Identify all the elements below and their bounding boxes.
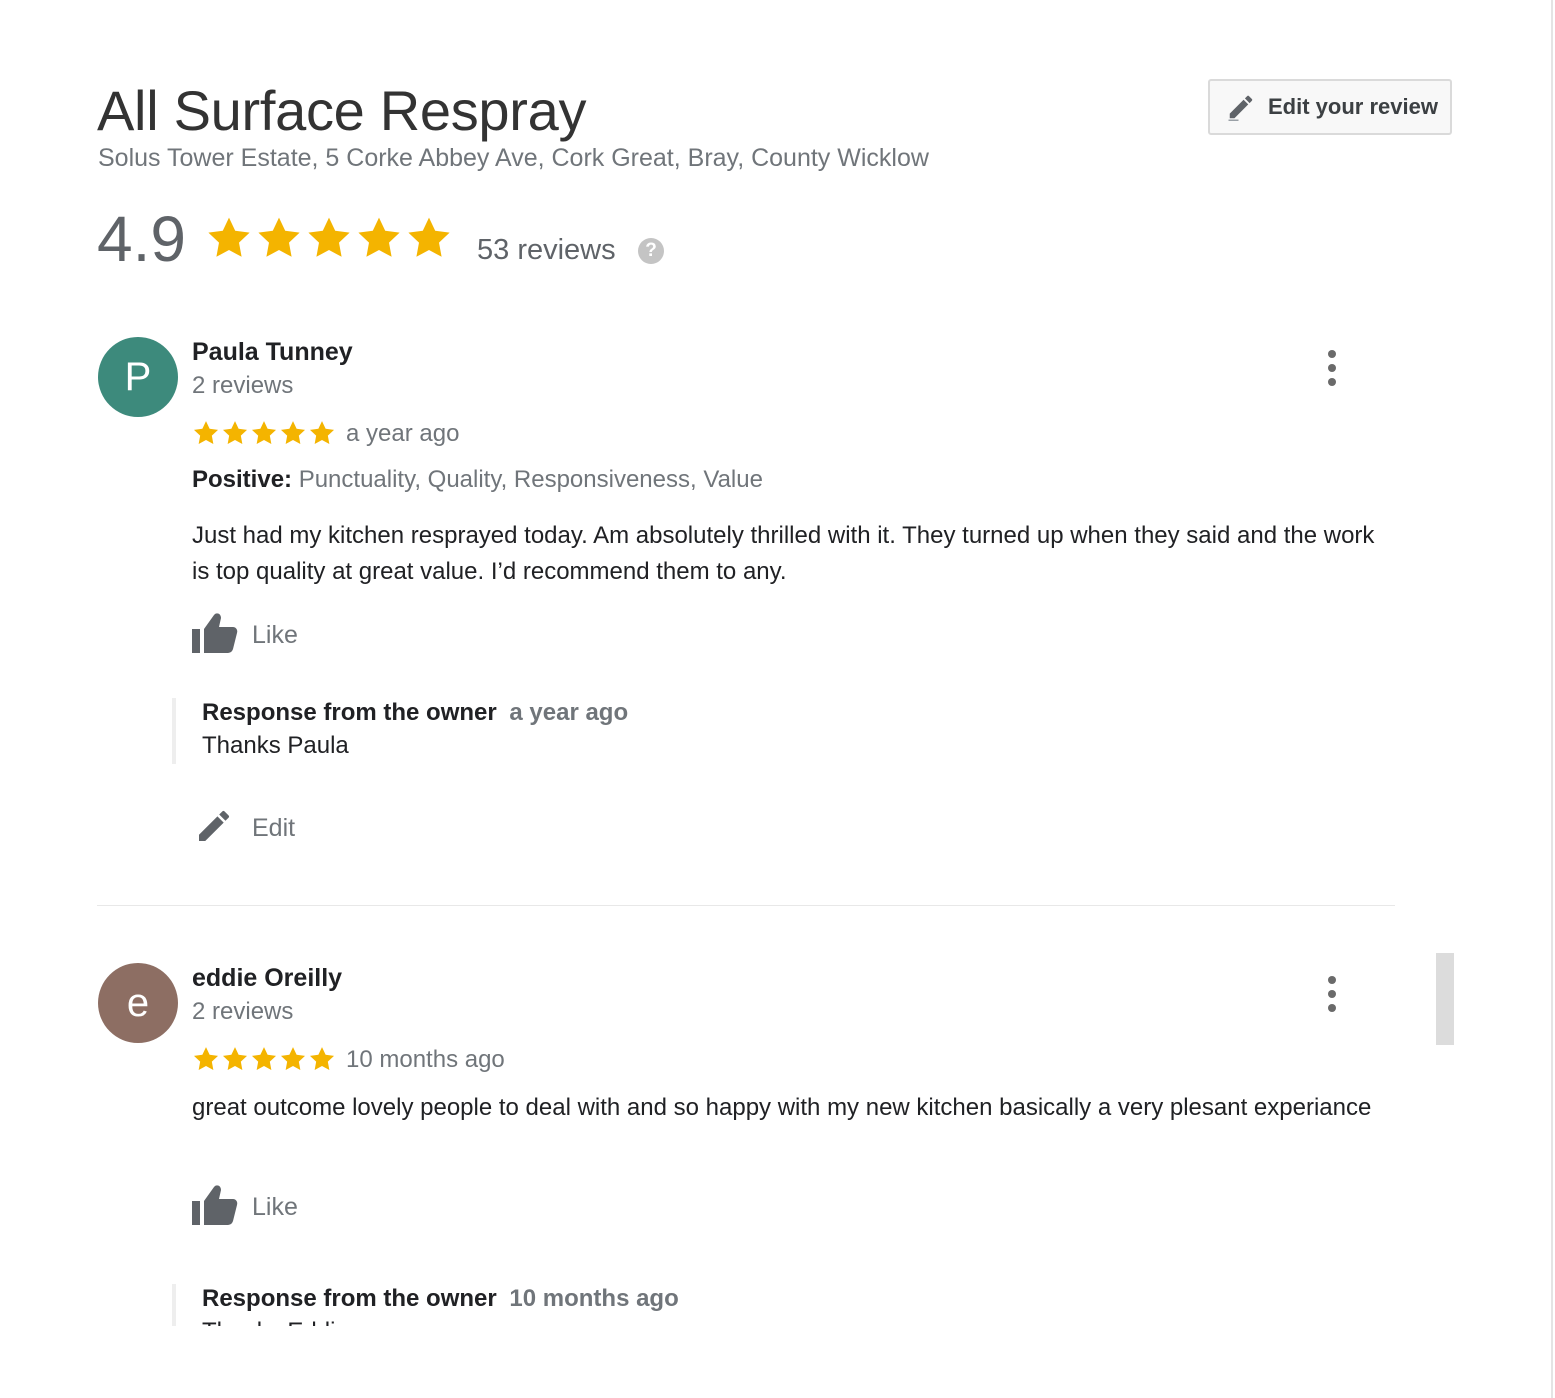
edit-review-label: Edit your review	[1268, 94, 1438, 119]
scrollbar-thumb[interactable]	[1436, 953, 1454, 1045]
star-icon	[193, 421, 219, 444]
star-icon	[193, 1047, 219, 1070]
review-divider	[97, 905, 1395, 906]
like-button[interactable]: Like	[192, 1184, 298, 1231]
edit-response-button[interactable]: Edit	[194, 806, 295, 851]
star-icon	[308, 217, 350, 257]
owner-response-date: a year ago	[509, 699, 629, 726]
owner-response-text: Thanks Eddie	[202, 1314, 679, 1326]
star-icon	[280, 1047, 306, 1070]
scroll-clip: Response from the owner 10 months ago Th…	[0, 1270, 1555, 1326]
star-icon	[251, 1047, 277, 1070]
positive-attributes: Positive: Punctuality, Quality, Responsi…	[192, 465, 763, 495]
edit-review-button[interactable]: Edit your review	[1208, 79, 1452, 135]
avatar[interactable]: P	[98, 337, 178, 417]
review-text: Just had my kitchen resprayed today. Am …	[192, 522, 1375, 585]
review-stars	[192, 419, 337, 447]
star-icon	[222, 421, 248, 444]
like-label: Like	[252, 1193, 298, 1221]
star-icon	[280, 421, 306, 444]
business-title: All Surface Respray	[97, 79, 587, 142]
owner-response-label: Response from the owner	[202, 699, 497, 726]
rating-stars	[205, 214, 455, 262]
avatar[interactable]: e	[98, 963, 178, 1043]
pencil-icon	[194, 806, 234, 851]
star-icon	[222, 1047, 248, 1070]
thumbs-up-icon	[192, 612, 238, 659]
review-text: great outcome lovely people to deal with…	[192, 1094, 1372, 1121]
star-icon	[309, 1047, 335, 1070]
owner-response-date: 10 months ago	[509, 1285, 679, 1312]
owner-response: Response from the owner 10 months ago Th…	[172, 1284, 679, 1326]
reviewer-review-count: 2 reviews	[192, 998, 294, 1025]
review-stars	[192, 1045, 337, 1073]
owner-response-header: Response from the owner a year ago	[202, 698, 628, 728]
star-icon	[309, 421, 335, 444]
review-date: a year ago	[346, 420, 460, 447]
page-edge	[1551, 0, 1553, 1398]
owner-response-header: Response from the owner 10 months ago	[202, 1284, 679, 1314]
owner-response-label: Response from the owner	[202, 1285, 497, 1312]
reviews-count[interactable]: 53 reviews	[477, 233, 616, 267]
more-options-icon[interactable]	[1318, 974, 1346, 1014]
reviewer-review-count: 2 reviews	[192, 372, 294, 399]
owner-response: Response from the owner a year ago Thank…	[172, 698, 628, 764]
business-address: Solus Tower Estate, 5 Corke Abbey Ave, C…	[98, 144, 929, 172]
help-icon[interactable]: ?	[638, 238, 664, 264]
thumbs-up-icon	[192, 1184, 238, 1231]
pencil-icon	[1226, 91, 1258, 123]
rating-value: 4.9	[97, 203, 186, 275]
star-icon	[358, 217, 400, 257]
star-icon	[408, 217, 450, 257]
star-icon	[258, 217, 300, 257]
reviewer-name[interactable]: Paula Tunney	[192, 337, 353, 367]
like-button[interactable]: Like	[192, 612, 298, 659]
positive-label: Positive:	[192, 466, 293, 493]
positive-values: Punctuality, Quality, Responsiveness, Va…	[298, 466, 763, 493]
owner-response-text: Thanks Paula	[202, 732, 349, 759]
edit-label: Edit	[252, 814, 296, 842]
star-icon	[251, 421, 277, 444]
like-label: Like	[252, 621, 298, 649]
review-date: 10 months ago	[346, 1046, 505, 1073]
star-icon	[208, 217, 250, 257]
more-options-icon[interactable]	[1318, 348, 1346, 388]
reviewer-name[interactable]: eddie Oreilly	[192, 963, 342, 993]
